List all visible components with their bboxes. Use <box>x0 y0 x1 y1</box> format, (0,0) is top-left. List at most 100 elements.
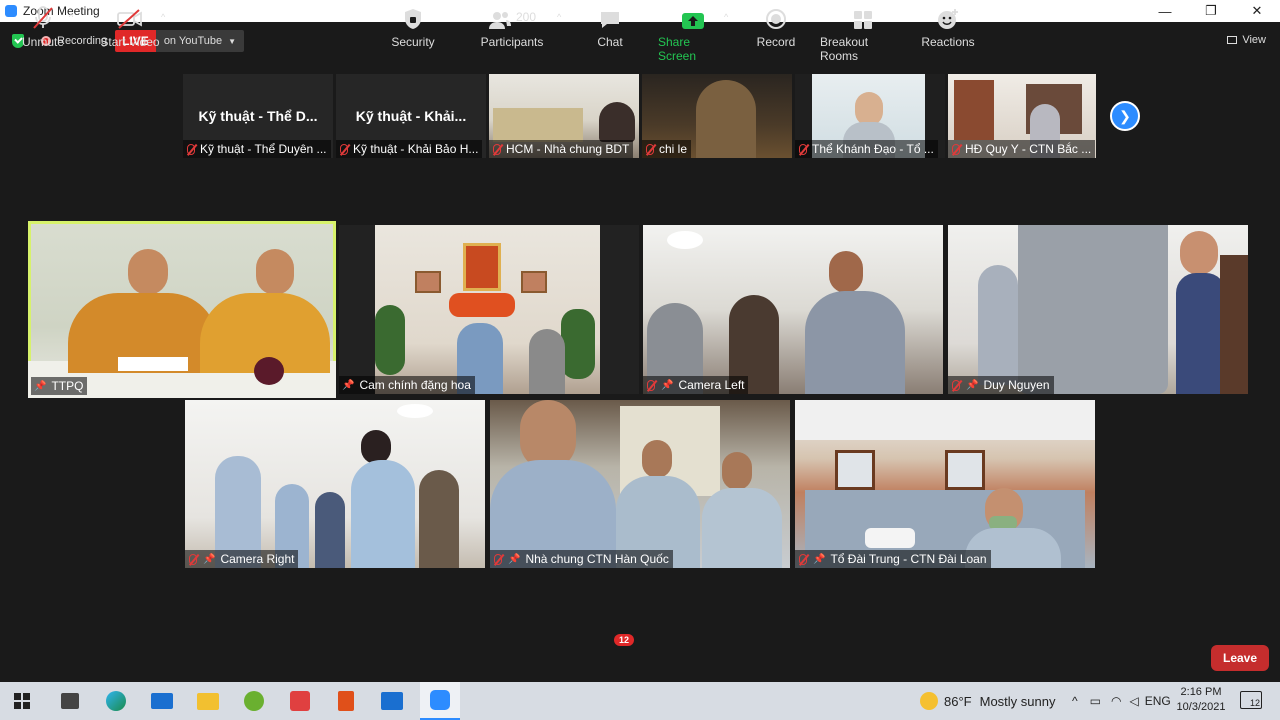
strip-tile[interactable]: Kỹ thuật - Thể D... Kỹ thuật - Thể Duyên… <box>183 74 333 158</box>
zoom-taskbar-icon[interactable] <box>420 682 460 720</box>
close-button[interactable]: ✕ <box>1234 0 1280 22</box>
video-feed <box>490 400 790 568</box>
next-page-button[interactable]: ❯ <box>1110 101 1140 131</box>
record-label: Record <box>756 35 796 49</box>
participant-label: HĐ Quy Y - CTN Bắc ... <box>948 140 1096 158</box>
participant-name: HĐ Quy Y - CTN Bắc ... <box>965 142 1092 156</box>
chevron-up-icon[interactable]: ^ <box>1072 694 1078 708</box>
windows-start-button[interactable] <box>8 687 36 715</box>
live-on-youtube-dropdown[interactable]: on YouTube ▼ <box>155 30 245 52</box>
audio-options-chevron-icon[interactable]: ^ <box>69 12 73 22</box>
chat-button[interactable]: Chat <box>594 4 626 49</box>
door-scene <box>954 80 994 140</box>
participant-name: chi le <box>659 142 688 156</box>
zoom-logo-icon <box>5 5 17 17</box>
share-screen-icon <box>681 4 705 30</box>
chat-icon <box>599 4 621 30</box>
participant-label: Thể Khánh Đạo - Tổ ... <box>795 140 938 158</box>
record-button[interactable]: Record <box>756 4 796 49</box>
mic-muted-icon <box>952 379 960 391</box>
weather-temp: 86°F <box>944 693 972 709</box>
person-figure <box>599 102 635 142</box>
notification-center-button[interactable]: 12 <box>1240 691 1262 709</box>
paint-taskbar-icon[interactable] <box>286 687 314 715</box>
participant-name: Cam chính đặng hoa <box>359 378 471 392</box>
security-button[interactable]: Security <box>391 4 435 49</box>
participant-label: 📌 TTPQ <box>31 377 88 395</box>
reactions-button[interactable]: Reactions <box>921 4 975 49</box>
wifi-icon[interactable]: ◠ <box>1111 694 1121 708</box>
share-screen-label: Share Screen <box>658 35 697 63</box>
participants-count: 200 <box>515 10 537 24</box>
video-editor-taskbar-icon[interactable] <box>378 687 406 715</box>
store-taskbar-icon[interactable] <box>56 687 84 715</box>
share-options-chevron-icon[interactable]: ^ <box>724 12 728 22</box>
view-button[interactable]: View <box>1227 34 1266 46</box>
view-label: View <box>1242 34 1266 46</box>
mic-muted-icon <box>799 143 807 155</box>
participant-name: Camera Left <box>678 378 745 392</box>
video-feed <box>339 225 639 394</box>
clock[interactable]: 2:16 PM 10/3/2021 <box>1170 685 1232 715</box>
strip-tile[interactable]: HĐ Quy Y - CTN Bắc ... <box>948 74 1096 158</box>
spotlight-pin-icon: 📌 <box>508 553 521 565</box>
office-taskbar-icon[interactable] <box>332 687 360 715</box>
spotlight-pin-icon: 📌 <box>966 379 979 391</box>
video-tile[interactable]: 📌 Tổ Đài Trung - CTN Đài Loan <box>795 400 1095 568</box>
strip-tile[interactable]: HCM - Nhà chung BDT <box>489 74 639 158</box>
system-tray: ^ ▭ ◠ ◁ ENG <box>1072 682 1171 720</box>
video-feed <box>948 225 1248 394</box>
unmute-button[interactable]: Unmute <box>22 4 64 49</box>
participant-name: Nhà chung CTN Hàn Quốc <box>525 552 669 566</box>
mic-muted-icon <box>340 143 348 155</box>
participants-button[interactable]: 200 Participants <box>480 4 544 49</box>
participant-name: Thể Khánh Đạo - Tổ ... <box>812 142 934 156</box>
video-tile[interactable]: 📌 Camera Right <box>185 400 485 568</box>
participants-icon <box>488 12 511 29</box>
video-feed <box>185 400 485 568</box>
strip-tile[interactable]: chi le <box>642 74 792 158</box>
participant-label: 📌 Nhà chung CTN Hàn Quốc <box>490 550 673 568</box>
security-label: Security <box>391 35 435 49</box>
strip-tile[interactable]: Thể Khánh Đạo - Tổ ... <box>795 74 945 158</box>
chat-label: Chat <box>597 35 623 49</box>
volume-icon[interactable]: ◁ <box>1129 694 1138 708</box>
video-options-chevron-icon[interactable]: ^ <box>161 12 165 22</box>
greenshot-taskbar-icon[interactable] <box>240 687 268 715</box>
start-video-label: Start Video <box>100 35 160 49</box>
restore-button[interactable]: ❐ <box>1188 0 1234 22</box>
participant-label: chi le <box>642 140 692 158</box>
title-bar: Zoom Meeting — ❐ ✕ <box>0 0 1280 22</box>
video-feed <box>795 400 1095 568</box>
edge-taskbar-icon[interactable] <box>102 687 130 715</box>
language-indicator[interactable]: ENG <box>1145 694 1171 708</box>
person-face <box>855 92 883 126</box>
participant-label: 📌 Duy Nguyen <box>948 376 1054 394</box>
start-video-button[interactable]: Start Video <box>100 4 160 49</box>
share-screen-button[interactable]: Share Screen <box>658 4 728 63</box>
weather-widget[interactable]: 86°F Mostly sunny <box>920 682 1055 720</box>
video-tile[interactable]: 📌 Duy Nguyen <box>948 225 1248 394</box>
minimize-button[interactable]: — <box>1142 0 1188 22</box>
participant-label: Kỹ thuật - Khải Bảo H... <box>336 140 483 158</box>
file-explorer-taskbar-icon[interactable] <box>194 687 222 715</box>
video-tile[interactable]: 📌 TTPQ <box>28 221 336 398</box>
participants-options-chevron-icon[interactable]: ^ <box>557 12 561 22</box>
video-tile[interactable]: 📌 Cam chính đặng hoa <box>339 225 639 394</box>
participant-label: Kỹ thuật - Thể Duyên ... <box>183 140 331 158</box>
video-tile[interactable]: 📌 Camera Left <box>643 225 943 394</box>
leave-button[interactable]: Leave <box>1211 645 1269 671</box>
spotlight-pin-icon: 📌 <box>203 553 216 565</box>
mic-muted-icon <box>952 143 960 155</box>
mail-taskbar-icon[interactable] <box>148 687 176 715</box>
clock-date: 10/3/2021 <box>1176 701 1226 713</box>
participant-name-large: Kỹ thuật - Thể D... <box>198 108 318 124</box>
battery-icon[interactable]: ▭ <box>1090 694 1101 708</box>
breakout-rooms-button[interactable]: Breakout Rooms <box>820 4 906 63</box>
breakout-rooms-label: Breakout Rooms <box>820 35 869 63</box>
window-scene <box>493 108 583 142</box>
strip-tile[interactable]: Kỹ thuật - Khải... Kỹ thuật - Khải Bảo H… <box>336 74 486 158</box>
participant-name: Kỹ thuật - Khải Bảo H... <box>353 142 479 156</box>
video-tile[interactable]: 📌 Nhà chung CTN Hàn Quốc <box>490 400 790 568</box>
participant-name: Kỹ thuật - Thể Duyên ... <box>200 142 327 156</box>
